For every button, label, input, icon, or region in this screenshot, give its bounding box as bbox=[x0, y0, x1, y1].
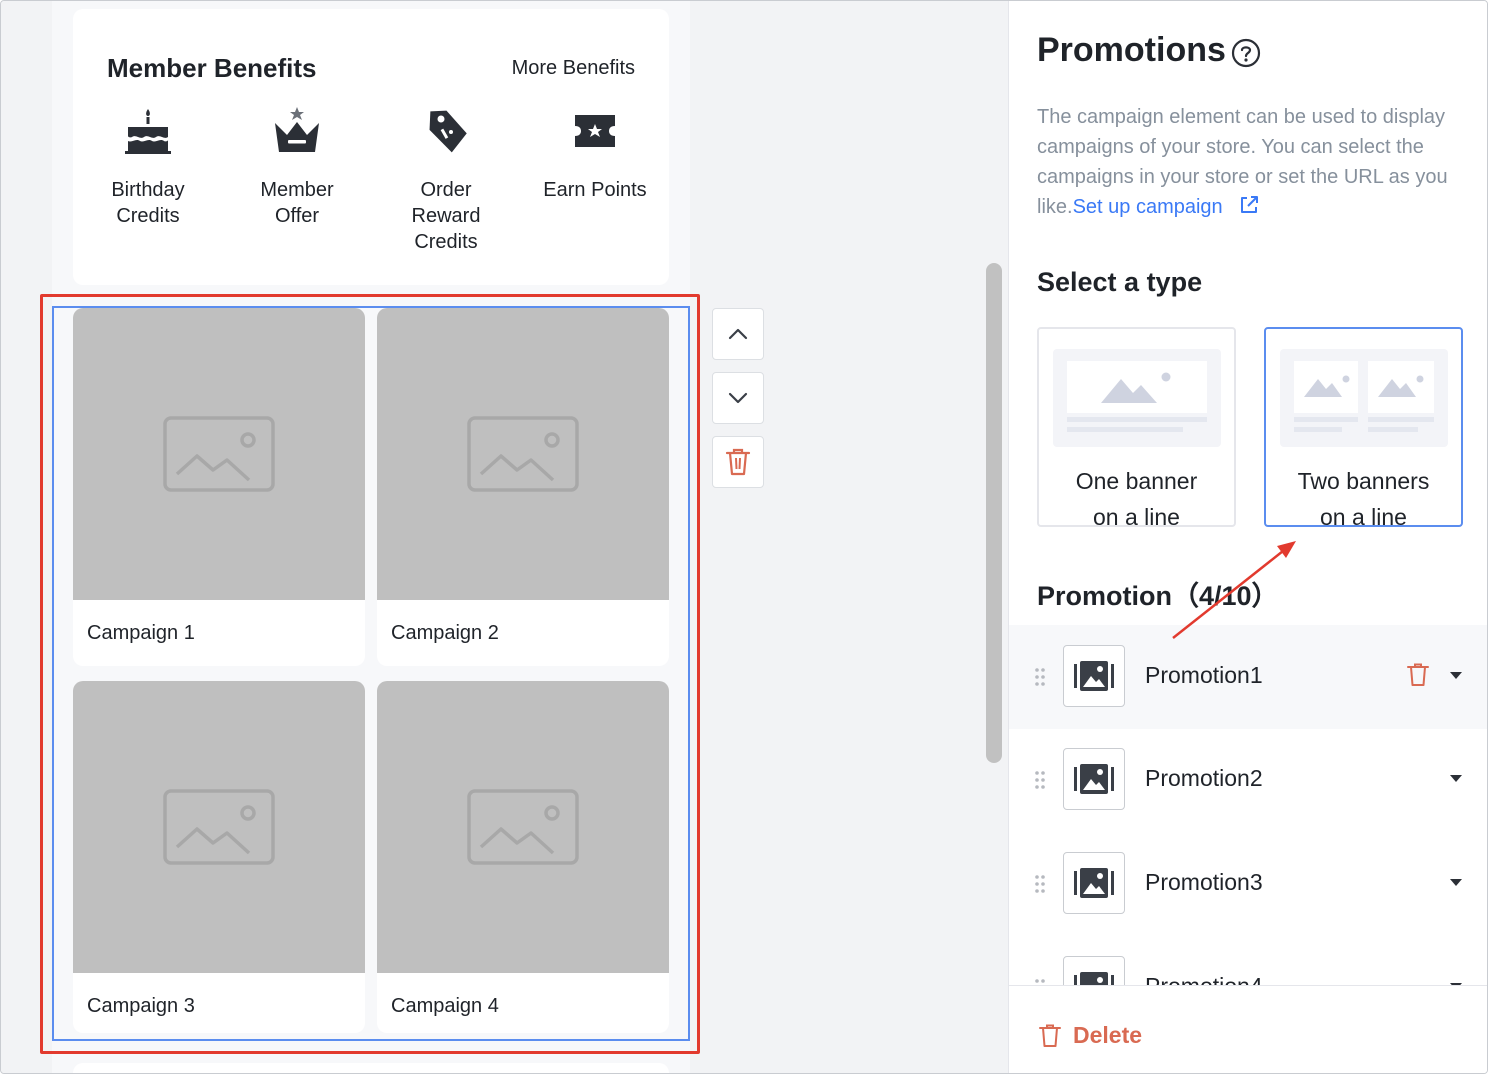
type-label: Two banners on a line bbox=[1297, 468, 1430, 527]
highlight-annotation-box bbox=[40, 294, 700, 1054]
next-section-card bbox=[73, 1063, 669, 1073]
canvas-scrollbar[interactable] bbox=[986, 263, 1002, 763]
benefit-earn-points[interactable]: Earn Points bbox=[520, 105, 670, 203]
promotion-name: Promotion1 bbox=[1145, 662, 1263, 688]
promotion-count: （4/10） bbox=[1172, 581, 1279, 611]
promotion-thumbnail[interactable] bbox=[1063, 852, 1125, 914]
promotion-section-title: Promotion（4/10） bbox=[1037, 574, 1279, 613]
promotion-thumbnail[interactable] bbox=[1063, 748, 1125, 810]
crown-icon bbox=[275, 107, 319, 152]
caret-down-icon[interactable] bbox=[1449, 671, 1463, 680]
trash-icon bbox=[1039, 1024, 1061, 1047]
move-down-button[interactable] bbox=[712, 372, 764, 424]
cake-icon bbox=[125, 109, 171, 154]
select-type-title: Select a type bbox=[1037, 267, 1203, 297]
trash-icon bbox=[725, 448, 751, 476]
drag-handle-icon[interactable] bbox=[1034, 667, 1046, 687]
image-icon bbox=[1074, 661, 1114, 691]
benefits-title: Member Benefits bbox=[107, 53, 317, 83]
drag-handle-icon[interactable] bbox=[1034, 874, 1046, 894]
type-two-banners[interactable]: Two banners on a line bbox=[1264, 327, 1463, 527]
benefit-member-offer[interactable]: Member Offer bbox=[222, 105, 372, 229]
promotion-name: Promotion2 bbox=[1145, 765, 1263, 791]
promotion-row[interactable]: Promotion1 bbox=[1009, 625, 1487, 729]
ticket-icon bbox=[575, 115, 615, 147]
caret-down-icon[interactable] bbox=[1449, 774, 1463, 783]
delete-element-button[interactable] bbox=[712, 436, 764, 488]
chevron-up-icon bbox=[728, 328, 748, 340]
trash-icon[interactable] bbox=[1407, 663, 1429, 687]
image-icon bbox=[1074, 764, 1114, 794]
help-icon[interactable] bbox=[1231, 38, 1261, 68]
benefit-label: Order Reward Credits bbox=[411, 179, 481, 253]
two-banners-preview bbox=[1280, 349, 1448, 447]
benefit-label: Birthday Credits bbox=[111, 179, 185, 227]
editor-canvas: Member Benefits More Benefits Birthday C… bbox=[1, 1, 1002, 1073]
benefit-label: Earn Points bbox=[543, 179, 647, 201]
benefit-label: Member Offer bbox=[260, 179, 334, 227]
panel-footer: Delete bbox=[1009, 985, 1487, 1073]
setup-campaign-link[interactable]: Set up campaign bbox=[1073, 196, 1223, 218]
member-benefits-card[interactable]: Member Benefits More Benefits Birthday C… bbox=[73, 9, 669, 285]
tag-icon bbox=[429, 110, 467, 153]
promotion-row[interactable]: Promotion3 bbox=[1009, 832, 1487, 936]
promotion-name: Promotion3 bbox=[1145, 869, 1263, 895]
benefit-order-reward-credits[interactable]: Order Reward Credits bbox=[371, 105, 521, 255]
panel-title: Promotions bbox=[1037, 31, 1226, 69]
type-one-banner[interactable]: One banner on a line bbox=[1037, 327, 1236, 527]
promotion-label: Promotion bbox=[1037, 581, 1172, 611]
one-banner-preview bbox=[1053, 349, 1221, 447]
type-label: One banner on a line bbox=[1075, 468, 1198, 527]
promotion-thumbnail[interactable] bbox=[1063, 645, 1125, 707]
banner-layout-illustration bbox=[1294, 361, 1434, 432]
caret-down-icon[interactable] bbox=[1449, 878, 1463, 887]
drag-handle-icon[interactable] bbox=[1034, 770, 1046, 790]
delete-label: Delete bbox=[1073, 1022, 1143, 1048]
app-frame: Member Benefits More Benefits Birthday C… bbox=[0, 0, 1488, 1074]
properties-panel: Promotions The campaign element can be u… bbox=[1008, 1, 1487, 1073]
image-icon bbox=[1074, 868, 1114, 898]
chevron-down-icon bbox=[728, 392, 748, 404]
promotion-row[interactable]: Promotion2 bbox=[1009, 728, 1487, 832]
panel-description: The campaign element can be used to disp… bbox=[1037, 102, 1457, 222]
banner-layout-illustration bbox=[1067, 361, 1207, 432]
delete-button[interactable]: Delete bbox=[1039, 1022, 1142, 1049]
external-link-icon[interactable] bbox=[1238, 194, 1260, 216]
move-up-button[interactable] bbox=[712, 308, 764, 360]
benefit-birthday-credits[interactable]: Birthday Credits bbox=[73, 105, 223, 229]
more-benefits-link[interactable]: More Benefits bbox=[512, 57, 635, 80]
